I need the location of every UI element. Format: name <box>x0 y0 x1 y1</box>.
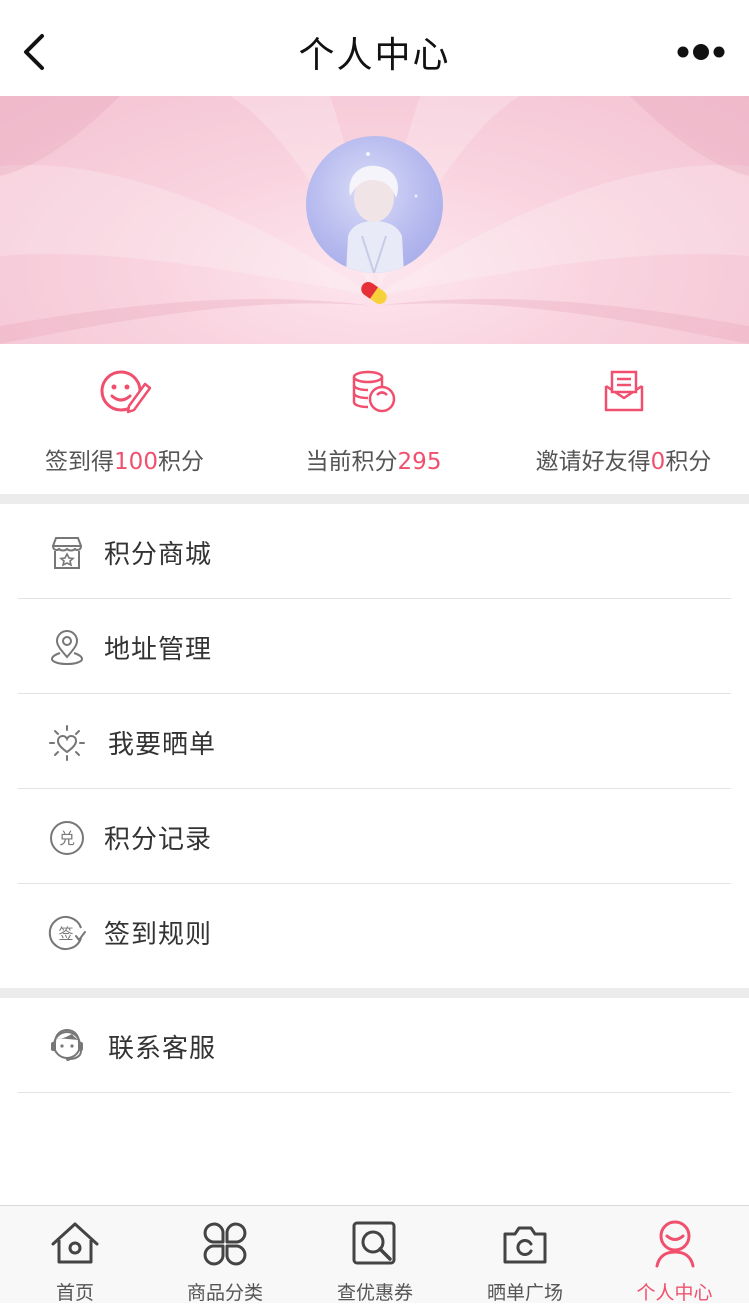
store-icon <box>51 537 83 569</box>
menu-label: 积分商城 <box>104 540 213 570</box>
tab-label: 查优惠券 <box>336 1282 413 1304</box>
invite-points[interactable]: 邀请好友得0积分 <box>498 344 749 494</box>
home-icon <box>51 1222 99 1264</box>
tab-profile[interactable]: 个人中心 <box>600 1206 749 1304</box>
avatar[interactable] <box>306 136 443 273</box>
pill-badge-icon <box>361 281 387 305</box>
menu-item-points-mall[interactable]: 积分商城 <box>0 504 749 599</box>
menu-item-customer-service[interactable]: 联系客服 <box>0 998 749 1093</box>
bottom-tabbar: 首页 商品分类 查优惠券 晒单广场 个人中心 <box>0 1205 749 1304</box>
menu-item-sign-rules[interactable]: 签 签到规则 <box>0 884 749 979</box>
tab-label: 晒单广场 <box>486 1282 563 1304</box>
menu-label: 积分记录 <box>104 825 213 855</box>
menu-item-post-review[interactable]: 我要晒单 <box>0 694 749 789</box>
location-pin-icon <box>50 630 84 666</box>
section-divider <box>0 988 749 998</box>
more-icon[interactable] <box>675 38 727 66</box>
tab-home[interactable]: 首页 <box>0 1206 150 1304</box>
sign-rule-icon: 签 <box>48 916 86 950</box>
stat-prefix: 当前积分 <box>305 449 398 475</box>
top-navbar: 个人中心 <box>0 0 749 96</box>
stat-value: 0 <box>650 449 666 475</box>
stat-value: 100 <box>114 449 158 475</box>
svg-text:兑: 兑 <box>59 829 75 848</box>
tab-show-square[interactable]: 晒单广场 <box>450 1206 600 1304</box>
profile-banner <box>0 96 749 344</box>
sign-in-points[interactable]: 签到得100积分 <box>0 344 249 494</box>
divider <box>18 1092 731 1093</box>
menu-item-address[interactable]: 地址管理 <box>0 599 749 694</box>
page-title: 个人中心 <box>298 35 451 76</box>
tab-label: 商品分类 <box>186 1282 263 1304</box>
envelope-icon <box>604 370 643 412</box>
tab-label: 个人中心 <box>636 1282 713 1304</box>
stat-value: 295 <box>397 449 442 475</box>
coupon-search-icon <box>352 1221 396 1265</box>
section-divider <box>0 494 749 504</box>
coins-icon <box>352 370 395 413</box>
camera-icon <box>503 1226 547 1264</box>
points-summary: 签到得100积分 当前积分295 邀请好友得0积分 <box>0 344 749 494</box>
menu-label: 联系客服 <box>108 1034 217 1064</box>
smile-sign-icon <box>100 370 151 414</box>
menu-label: 地址管理 <box>104 635 213 665</box>
tab-coupons[interactable]: 查优惠券 <box>300 1206 450 1304</box>
tab-category[interactable]: 商品分类 <box>150 1206 300 1304</box>
stat-prefix: 签到得 <box>45 449 115 475</box>
current-points[interactable]: 当前积分295 <box>249 344 498 494</box>
stat-prefix: 邀请好友得 <box>535 449 651 475</box>
customer-service-icon <box>51 1028 83 1061</box>
menu-label: 我要晒单 <box>108 730 217 760</box>
stat-suffix: 积分 <box>665 449 712 475</box>
exchange-icon: 兑 <box>50 821 84 855</box>
avatar-portrait-icon <box>346 152 418 273</box>
menu-item-points-record[interactable]: 兑 积分记录 <box>0 789 749 884</box>
stat-suffix: 积分 <box>157 449 204 475</box>
menu-label: 签到规则 <box>104 920 213 950</box>
tab-label: 首页 <box>55 1282 94 1304</box>
category-icon <box>203 1222 247 1266</box>
sun-heart-icon <box>49 725 85 761</box>
profile-icon <box>655 1220 694 1268</box>
svg-text:签: 签 <box>58 925 73 943</box>
